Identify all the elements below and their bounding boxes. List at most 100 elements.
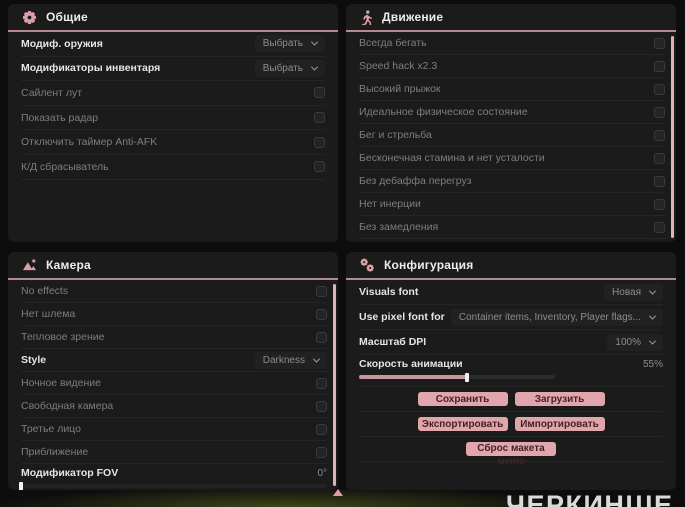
panel-movement: Движение Всегда бегать Speed hack x2.3 Высо… [346,4,676,242]
location-text: ЧЕРКИНШЕ [506,490,674,507]
settings-row[interactable]: Без замедления [359,216,665,239]
chevron-down-icon [648,287,657,295]
settings-row[interactable]: Идеальное физическое состояние [359,101,665,124]
settings-row[interactable]: Высокий прыжок [359,78,665,101]
panel-header: Камера [8,252,338,280]
row-label: Модификаторы инвентаря [21,62,161,75]
checkbox[interactable] [654,198,665,210]
panel-title: Конфигурация [384,258,474,272]
dropdown[interactable]: 100% [607,333,663,351]
slider[interactable] [19,481,327,490]
slider-handle[interactable] [19,481,23,490]
slider[interactable] [359,372,555,382]
panel-header: Движение [346,4,676,32]
row-label: Use pixel font for [359,311,445,323]
checkbox[interactable] [314,136,325,148]
row-label: Ночное видение [21,377,101,389]
mod-menu-overlay: ЧЕРКИНШЕ Общие Модиф. оружия Выбрать Модифи… [0,0,685,507]
panel-title: Общие [46,10,88,24]
scrollbar[interactable] [333,284,336,486]
row-label: Модификатор FOV [21,467,119,479]
scrollbar[interactable] [671,36,674,238]
checkbox[interactable] [316,308,327,320]
action-button[interactable]: Сброс макета меню [466,442,556,467]
settings-row[interactable]: Бег и стрельба [359,124,665,147]
row-label: Приближение [21,446,89,458]
settings-row[interactable]: Нет шлема [21,303,327,326]
panel-body: Visuals font Новая Use pixel font for Conta… [346,280,676,467]
dropdown[interactable]: Container items, Inventory, Player flags… [450,308,663,326]
dropdown-value: 100% [615,336,641,348]
checkbox[interactable] [316,423,327,435]
settings-row[interactable]: Приближение [21,441,327,464]
panel-camera: Камера No effects Нет шлема Тепловое зрение… [8,252,338,490]
settings-row[interactable]: Нет инерции [359,193,665,216]
button-row: Сброс макета меню [359,437,663,467]
panel-resize-handle[interactable] [333,489,343,496]
row-label: К/Д сбрасыватель [21,160,109,173]
settings-row: Масштаб DPI 100% [359,330,663,355]
dropdown[interactable]: Новая [604,283,663,301]
action-button[interactable]: Сохранить [417,392,508,406]
row-label: Нет шлема [21,308,76,320]
action-button[interactable]: Загрузить [514,392,605,406]
checkbox[interactable] [654,106,665,118]
row-label: Отключить таймер Anti-AFK [21,136,158,149]
dropdown-value: Container items, Inventory, Player flags… [458,311,641,323]
checkbox[interactable] [314,87,325,99]
row-label: Нет инерции [359,198,421,210]
settings-row[interactable]: Ночное видение [21,372,327,395]
dropdown-value: Новая [612,286,641,298]
slider-labels: Скорость анимации 55% [359,357,663,371]
checkbox[interactable] [316,285,327,297]
slider-value: 0° [317,467,327,479]
checkbox[interactable] [654,83,665,95]
row-label: Бег и стрельба [359,129,432,141]
settings-row[interactable]: Третье лицо [21,418,327,441]
panel-title: Движение [382,10,444,24]
chevron-down-icon [648,337,657,345]
chevron-down-icon [310,38,319,46]
dropdown[interactable]: Выбрать [254,35,325,53]
settings-row: Use pixel font for Container items, Inven… [359,305,663,330]
panel-header: Конфигурация [346,252,676,280]
settings-row[interactable]: Показать радар [21,106,325,131]
slider-fill [359,375,467,379]
settings-row[interactable]: Speed hack x2.3 [359,55,665,78]
settings-row[interactable]: Тепловое зрение [21,326,327,349]
row-label: Показать радар [21,111,99,124]
settings-row[interactable]: Сайлент лут [21,81,325,106]
panel-title: Камера [46,258,91,272]
checkbox[interactable] [654,129,665,141]
dropdown-value: Darkness [262,354,305,366]
settings-row: Модификаторы инвентаря Выбрать [21,57,325,82]
checkbox[interactable] [654,221,665,233]
settings-row[interactable]: Без дебаффа перегруз [359,170,665,193]
settings-row[interactable]: Свободная камера [21,395,327,418]
checkbox[interactable] [316,331,327,343]
row-label: Свободная камера [21,400,114,412]
checkbox[interactable] [314,161,325,173]
settings-row[interactable]: Всегда бегать [359,32,665,55]
checkbox[interactable] [316,377,327,389]
checkbox[interactable] [316,400,327,412]
checkbox[interactable] [314,112,325,124]
dropdown[interactable]: Darkness [254,351,327,369]
action-button[interactable]: Импортировать [514,417,605,431]
settings-row[interactable]: No effects [21,280,327,303]
settings-row[interactable]: Отключить таймер Anti-AFK [21,130,325,155]
panel-config: Конфигурация Visuals font Новая Use pixel f… [346,252,676,490]
action-button[interactable]: Экспортировать [417,417,508,431]
chevron-down-icon [312,355,321,363]
checkbox[interactable] [654,175,665,187]
checkbox[interactable] [654,152,665,164]
dropdown[interactable]: Выбрать [254,59,325,77]
checkbox[interactable] [316,446,327,458]
checkbox[interactable] [654,60,665,72]
checkbox[interactable] [654,37,665,49]
settings-row[interactable]: Бесконечная стамина и нет усталости [359,147,665,170]
chevron-down-icon [648,312,657,320]
slider-handle[interactable] [464,372,469,382]
settings-row[interactable]: К/Д сбрасыватель [21,155,325,180]
row-label: Скорость анимации [359,358,463,370]
